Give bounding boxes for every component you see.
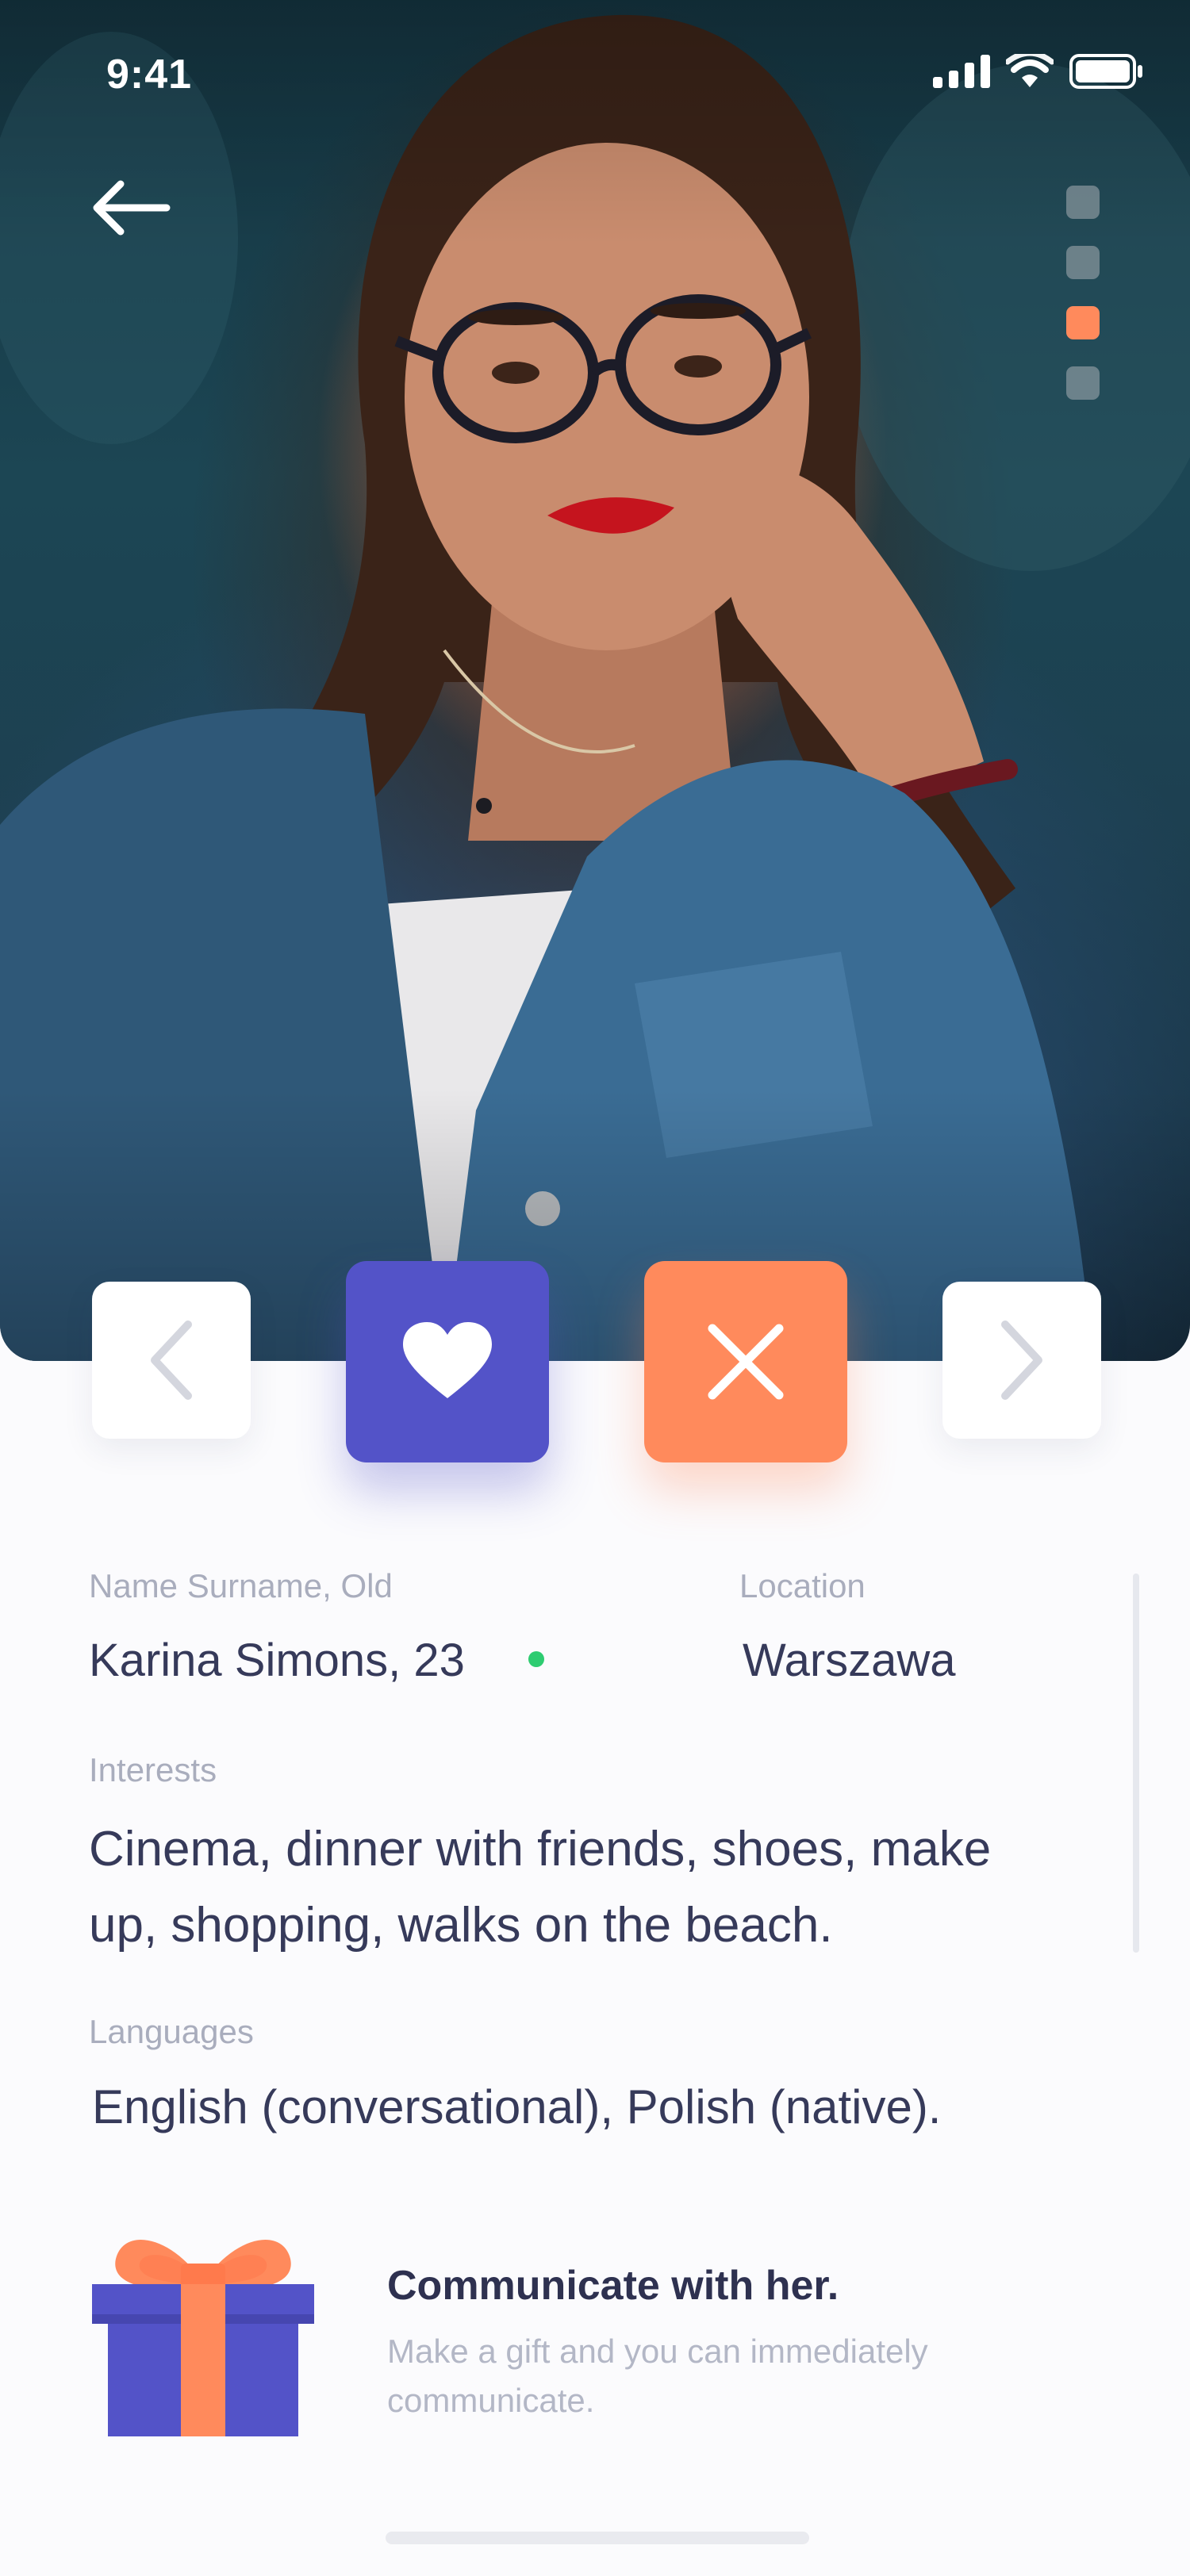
languages-label: Languages xyxy=(89,2013,254,2050)
photo-overlay xyxy=(0,0,1190,1361)
photo-pager xyxy=(1066,186,1101,427)
like-button[interactable] xyxy=(346,1261,549,1462)
online-status-dot xyxy=(528,1651,544,1667)
pager-dot[interactable] xyxy=(1066,186,1100,219)
status-time: 9:41 xyxy=(106,52,193,98)
pager-dot[interactable] xyxy=(1066,366,1100,400)
gift-title: Communicate with her. xyxy=(387,2263,839,2309)
back-button[interactable] xyxy=(87,176,175,240)
arrow-left-icon xyxy=(93,180,171,236)
profile-photo xyxy=(0,0,1190,1361)
heart-icon xyxy=(403,1322,492,1398)
languages-value: English (conversational), Polish (native… xyxy=(92,2080,942,2133)
dismiss-button[interactable] xyxy=(644,1261,847,1462)
previous-button[interactable] xyxy=(92,1282,251,1439)
details-scrollbar[interactable] xyxy=(1133,1574,1139,1953)
chevron-right-icon xyxy=(1001,1321,1042,1400)
pager-dot-active[interactable] xyxy=(1066,306,1100,339)
gift-icon xyxy=(92,2240,314,2436)
location-label: Location xyxy=(739,1567,866,1604)
name-label: Name Surname, Old xyxy=(89,1567,393,1604)
gift-illustration[interactable] xyxy=(92,2227,314,2440)
interests-value: Cinema, dinner with friends, shoes, make… xyxy=(89,1822,992,1953)
home-indicator[interactable] xyxy=(386,2532,809,2544)
chevron-left-icon xyxy=(151,1321,192,1400)
pager-dot[interactable] xyxy=(1066,246,1100,279)
wifi-icon xyxy=(1006,54,1054,87)
status-icons xyxy=(933,54,1144,89)
close-icon xyxy=(708,1324,784,1400)
next-button[interactable] xyxy=(942,1282,1101,1439)
name-value: Karina Simons, 23 xyxy=(89,1635,465,1686)
gift-subtitle: Make a gift and you can immediately comm… xyxy=(387,2333,928,2419)
signal-icon xyxy=(933,55,990,88)
location-value: Warszawa xyxy=(743,1635,956,1686)
interests-label: Interests xyxy=(89,1751,217,1788)
battery-icon xyxy=(1069,54,1142,89)
